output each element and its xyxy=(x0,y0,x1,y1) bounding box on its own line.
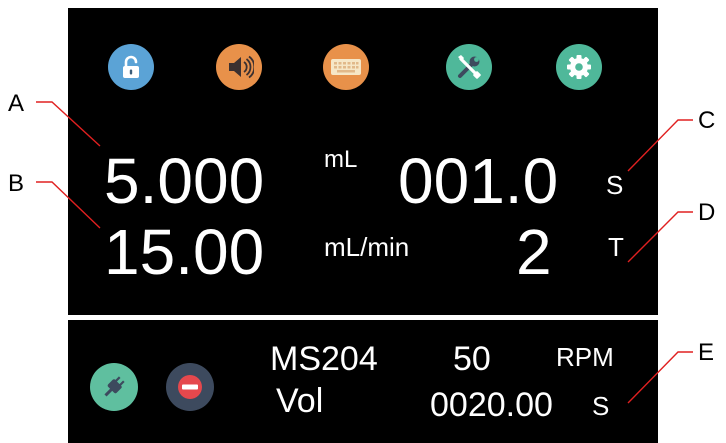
count-value[interactable]: 2 xyxy=(516,220,552,284)
stop-icon xyxy=(178,375,202,399)
callout-label-b: B xyxy=(8,170,25,197)
status-panel: MS204 Vol 50 RPM 0020.00 S xyxy=(68,320,658,443)
flow-unit: mL/min xyxy=(324,232,410,262)
volume-value[interactable]: 5.000 xyxy=(104,149,264,213)
settings-icon xyxy=(567,55,591,79)
count-unit: T xyxy=(608,232,624,262)
callout-label-a: A xyxy=(8,90,25,117)
volume-unit: mL xyxy=(324,146,358,173)
run-time-value: 0020.00 xyxy=(430,386,553,424)
sound-icon xyxy=(229,55,254,79)
settings-button[interactable] xyxy=(556,44,602,90)
flow-value[interactable]: 15.00 xyxy=(104,220,264,284)
run-time-unit: S xyxy=(592,391,610,421)
speed-unit: RPM xyxy=(556,342,614,372)
sound-button[interactable] xyxy=(216,44,262,90)
connect-button[interactable] xyxy=(90,363,138,411)
keyboard-button[interactable] xyxy=(323,44,369,90)
callout-label-c: C xyxy=(698,107,716,134)
model-name: MS204 xyxy=(270,340,378,378)
time-value[interactable]: 001.0 xyxy=(398,149,558,213)
plug-icon xyxy=(104,376,125,397)
callout-label-e: E xyxy=(698,339,715,366)
stop-button[interactable] xyxy=(166,363,214,411)
keyboard-icon xyxy=(331,59,361,75)
unlock-button[interactable] xyxy=(108,44,154,90)
speed-value: 50 xyxy=(453,340,491,378)
tools-button[interactable] xyxy=(446,44,492,90)
time-unit: S xyxy=(606,170,624,200)
callout-label-d: D xyxy=(698,199,716,226)
tools-icon xyxy=(458,55,481,79)
mode-label: Vol xyxy=(276,382,324,420)
main-display-panel: 5.000 mL 001.0 S 15.00 mL/min 2 T xyxy=(68,8,658,315)
unlock-icon xyxy=(123,55,139,78)
